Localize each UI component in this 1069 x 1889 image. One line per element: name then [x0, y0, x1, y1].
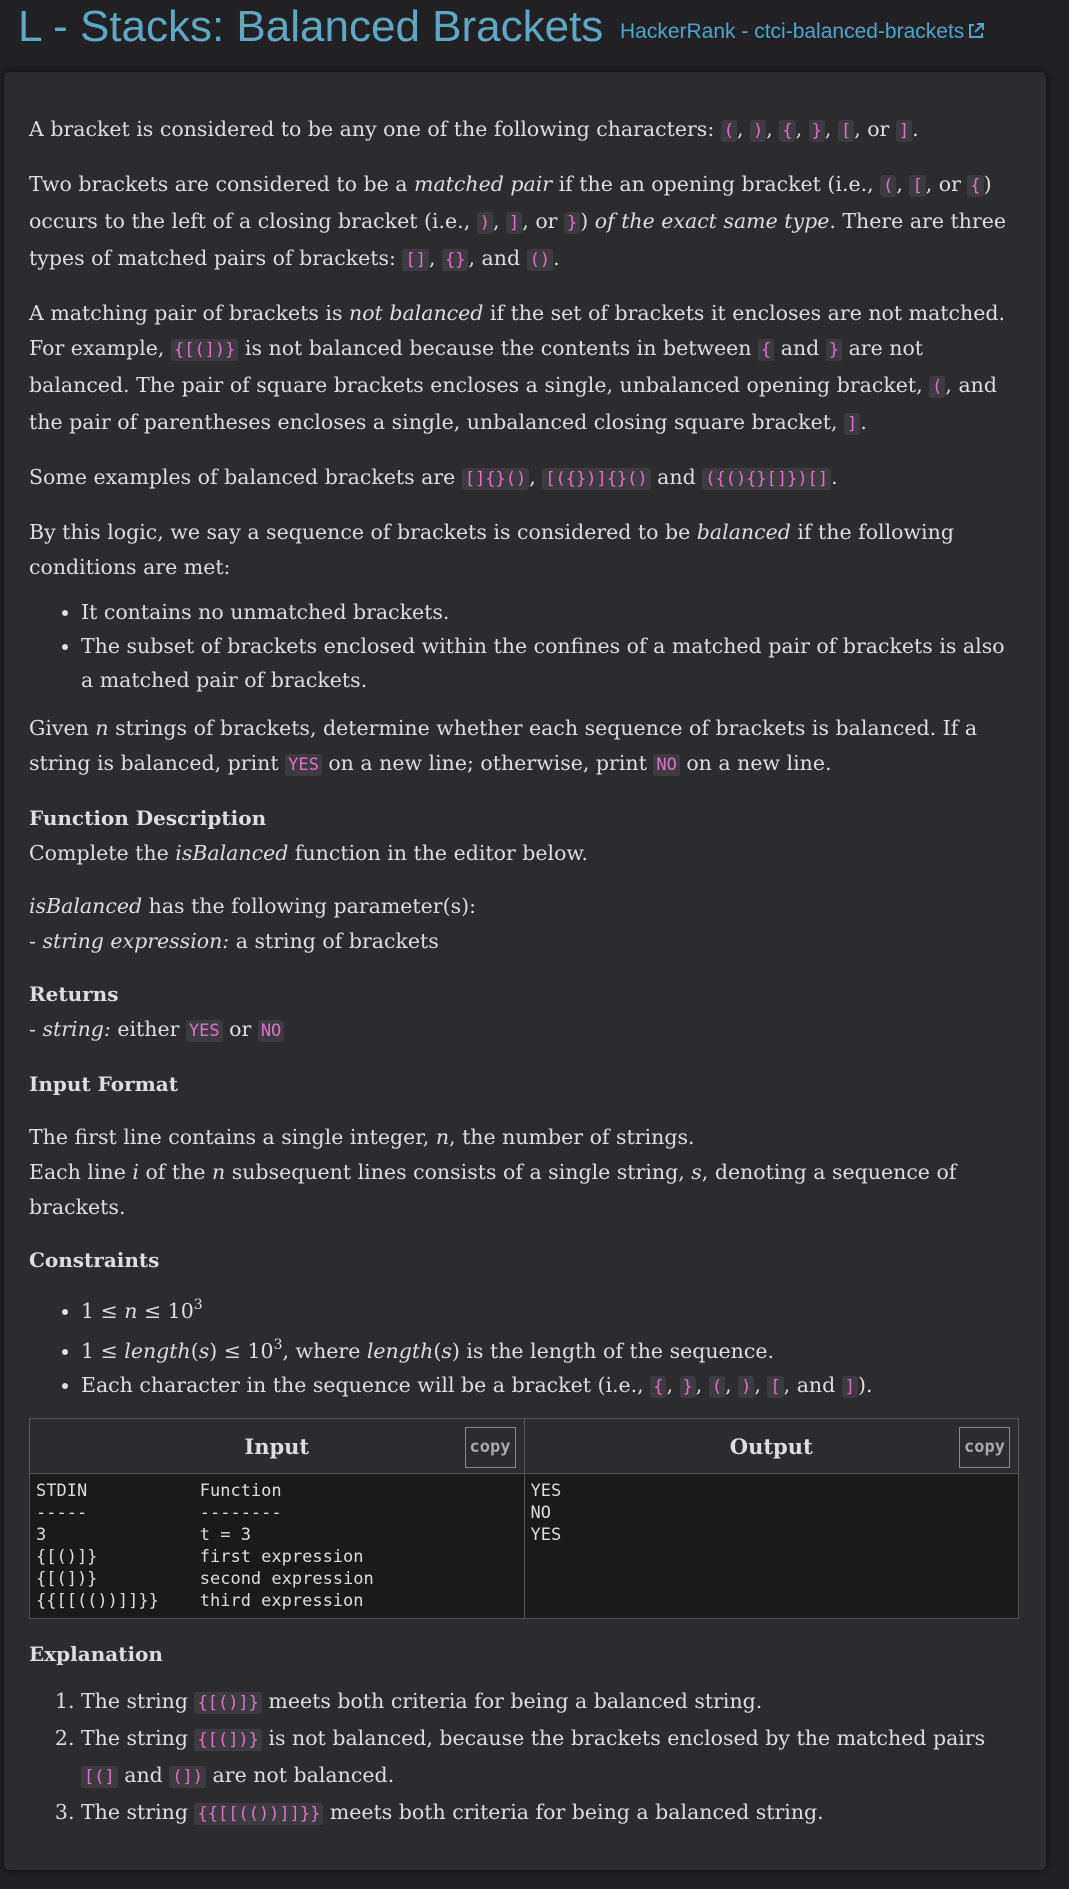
- code: ]: [506, 212, 523, 234]
- page-title: L - Stacks: Balanced Brackets: [18, 2, 604, 51]
- code: [({})]{}(): [542, 468, 651, 490]
- code: {: [967, 175, 984, 197]
- list-item: It contains no unmatched brackets.: [81, 595, 1019, 629]
- input-format: The first line contains a single integer…: [29, 1125, 957, 1219]
- returns-heading: Returns: [29, 982, 119, 1006]
- code: {: [650, 1376, 667, 1398]
- code: []{}(): [461, 468, 530, 490]
- list-item: The subset of brackets enclosed within t…: [81, 629, 1019, 697]
- code: }: [679, 1376, 696, 1398]
- paragraph-matched-pair: Two brackets are considered to be a matc…: [29, 172, 1007, 271]
- list-item: Each character in the sequence will be a…: [81, 1368, 1019, 1404]
- code: [: [909, 175, 926, 197]
- code: ): [738, 1376, 755, 1398]
- code: ): [476, 212, 493, 234]
- code: ]: [841, 1376, 859, 1398]
- code: NO: [257, 1020, 285, 1042]
- sample-io-table: Input copy Output copy STDIN Function ----…: [29, 1418, 1019, 1619]
- paragraph-task: Given n strings of brackets, determine w…: [29, 716, 978, 776]
- copy-output-button[interactable]: copy: [959, 1427, 1010, 1468]
- external-link-icon: [967, 22, 985, 46]
- code: (: [929, 376, 946, 398]
- sample-output: YES NO YES: [523, 1473, 1019, 1619]
- code: {[(])}: [194, 1729, 262, 1751]
- code: [: [767, 1376, 784, 1398]
- problem-statement: A bracket is considered to be any one of…: [29, 112, 1019, 1850]
- output-header: Output: [729, 1433, 813, 1459]
- code: ]: [844, 413, 861, 435]
- returns: - string: either YES or NO: [29, 1012, 1019, 1049]
- list-item: The string {[(])} is not balanced, becau…: [81, 1721, 1019, 1795]
- code: ({(){}[]})[]: [702, 468, 832, 490]
- explanation-list: The string {[()]} meets both criteria fo…: [29, 1684, 1019, 1832]
- parameters: isBalanced has the following parameter(s…: [29, 894, 477, 953]
- explanation-heading: Explanation: [29, 1642, 163, 1666]
- paragraph-not-balanced: A matching pair of brackets is not balan…: [29, 301, 1005, 435]
- copy-input-button[interactable]: copy: [464, 1427, 516, 1468]
- header: L - Stacks: Balanced Brackets HackerRank…: [0, 0, 1069, 68]
- code: [: [837, 120, 855, 142]
- code: {[()]}: [194, 1692, 262, 1714]
- code: ): [750, 120, 767, 142]
- code: }: [563, 212, 581, 234]
- code: (: [880, 175, 897, 197]
- constraints-list: 1 ≤ n ≤ 103 1 ≤ length(s) ≤ 103, where l…: [29, 1288, 1019, 1404]
- paragraph-bracket-definition: A bracket is considered to be any one of…: [29, 117, 919, 142]
- code: YES: [185, 1020, 223, 1042]
- paragraph-balanced-def: By this logic, we say a sequence of brac…: [29, 520, 954, 579]
- code: ]: [895, 120, 913, 142]
- output-header-cell: Output copy: [523, 1418, 1019, 1474]
- code: (: [708, 1376, 726, 1398]
- code: {}: [442, 249, 469, 271]
- input-format-heading: Input Format: [29, 1072, 178, 1096]
- constraints-heading: Constraints: [29, 1248, 160, 1272]
- source-link-label: HackerRank - ctci-balanced-brackets: [620, 20, 965, 43]
- code: {[(])}: [170, 339, 239, 361]
- code: (): [526, 249, 554, 271]
- conditions-list: It contains no unmatched brackets. The s…: [29, 595, 1019, 697]
- code: YES: [285, 754, 322, 776]
- code: [(]: [81, 1766, 118, 1788]
- function-description-heading: Function Description: [29, 806, 267, 830]
- source-link[interactable]: HackerRank - ctci-balanced-brackets: [620, 20, 985, 46]
- code: {: [757, 339, 775, 361]
- problem-card: A bracket is considered to be any one of…: [4, 72, 1046, 1870]
- code: }: [825, 339, 843, 361]
- input-header: Input: [244, 1433, 310, 1459]
- code: []: [402, 249, 429, 271]
- function-description: Complete the isBalanced function in the …: [29, 841, 589, 865]
- code: (]): [169, 1766, 207, 1788]
- input-header-cell: Input copy: [29, 1418, 525, 1474]
- code: NO: [653, 754, 680, 776]
- sample-input: STDIN Function ----- -------- 3 t = 3 {[…: [29, 1473, 525, 1619]
- code: {: [779, 120, 796, 142]
- code: }: [808, 120, 825, 142]
- paragraph-examples: Some examples of balanced brackets are […: [29, 465, 838, 490]
- list-item: 1 ≤ n ≤ 103: [81, 1288, 1019, 1328]
- list-item: The string {{[[(())]]}} meets both crite…: [81, 1795, 1019, 1832]
- list-item: The string {[()]} meets both criteria fo…: [81, 1684, 1019, 1721]
- list-item: 1 ≤ length(s) ≤ 103, where length(s) is …: [81, 1328, 1019, 1368]
- code: (: [720, 120, 737, 142]
- code: {{[[(())]]}}: [194, 1803, 324, 1825]
